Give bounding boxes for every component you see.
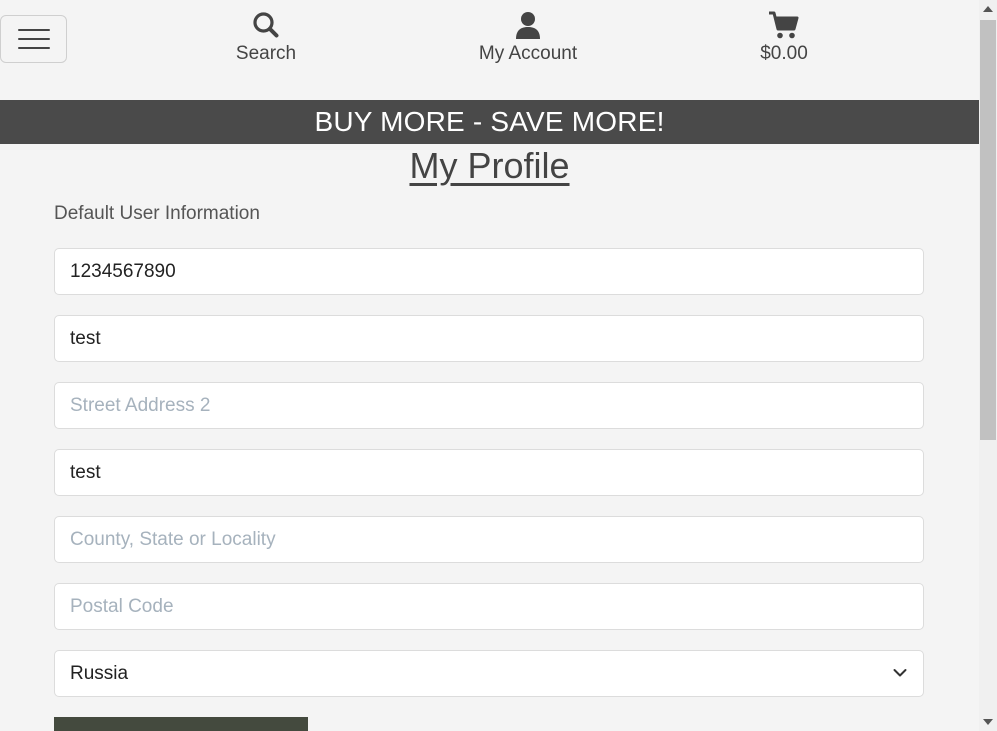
hamburger-icon [18, 38, 50, 40]
nav-cart[interactable]: $0.00 [744, 10, 824, 65]
scrollbar-thumb[interactable] [980, 20, 996, 440]
chevron-down-icon [893, 669, 907, 677]
street-address-input[interactable] [54, 315, 924, 362]
vertical-scrollbar[interactable] [979, 0, 997, 731]
menu-button[interactable] [0, 15, 67, 63]
postal-code-input[interactable] [54, 583, 924, 630]
country-select-value: Russia [70, 663, 129, 684]
nav-my-account-label: My Account [478, 43, 578, 64]
state-input[interactable] [54, 516, 924, 563]
hamburger-icon [18, 29, 50, 31]
scroll-down-arrow-icon[interactable] [983, 719, 993, 725]
nav-search[interactable]: Search [226, 10, 306, 65]
nav-cart-total: $0.00 [760, 43, 808, 64]
nav-search-label: Search [235, 43, 297, 64]
page: Search My Account $0.00 BUY MORE - SAVE … [0, 0, 979, 731]
page-title: My Profile [409, 145, 570, 186]
cart-icon [769, 11, 799, 39]
scroll-up-arrow-icon[interactable] [983, 6, 993, 12]
save-profile-button[interactable] [54, 717, 308, 731]
phone-input[interactable] [54, 248, 924, 295]
country-select[interactable]: Russia [54, 650, 924, 697]
hamburger-icon [18, 47, 50, 49]
nav-my-account[interactable]: My Account [468, 10, 588, 65]
section-label: Default User Information [54, 203, 260, 224]
promo-banner: BUY MORE - SAVE MORE! [0, 100, 979, 144]
street-address-2-input[interactable] [54, 382, 924, 429]
search-icon [253, 12, 279, 38]
user-icon [516, 12, 540, 39]
city-input[interactable] [54, 449, 924, 496]
